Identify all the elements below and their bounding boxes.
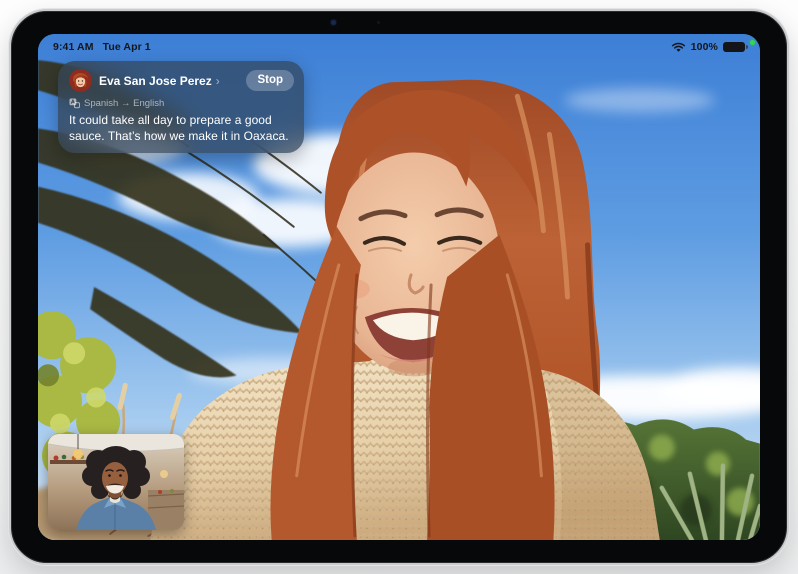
front-camera bbox=[331, 20, 336, 25]
chevron-right-icon: › bbox=[216, 74, 220, 88]
date: Tue Apr 1 bbox=[103, 41, 151, 53]
wifi-icon bbox=[671, 42, 686, 53]
live-translation-banner[interactable]: Eva San Jose Perez› Stop Spanish → Engli… bbox=[58, 61, 304, 153]
caller-avatar bbox=[69, 69, 92, 92]
translated-message: It could take all day to prepare a good … bbox=[69, 112, 294, 144]
translation-language-label: Spanish → English bbox=[84, 98, 164, 109]
stop-translation-button[interactable]: Stop bbox=[246, 70, 294, 91]
self-view-pip[interactable] bbox=[48, 434, 184, 530]
translation-direction: Spanish → English bbox=[69, 98, 294, 109]
clock: 9:41 AM bbox=[53, 41, 94, 53]
battery-percent: 100% bbox=[691, 41, 718, 53]
caller-name[interactable]: Eva San Jose Perez› bbox=[99, 74, 239, 88]
facetime-screen[interactable]: 9:41 AM Tue Apr 1 100% bbox=[38, 34, 760, 540]
ipad-device-frame: 9:41 AM Tue Apr 1 100% bbox=[9, 9, 789, 565]
camera-active-indicator bbox=[750, 40, 755, 45]
status-bar: 9:41 AM Tue Apr 1 100% bbox=[38, 34, 760, 58]
photo-backdrop: 9:41 AM Tue Apr 1 100% bbox=[0, 0, 798, 574]
battery-icon bbox=[723, 42, 745, 52]
memoji-icon bbox=[69, 69, 92, 92]
front-camera-sensor bbox=[377, 21, 380, 24]
translate-icon bbox=[69, 98, 80, 109]
self-video bbox=[48, 434, 184, 530]
